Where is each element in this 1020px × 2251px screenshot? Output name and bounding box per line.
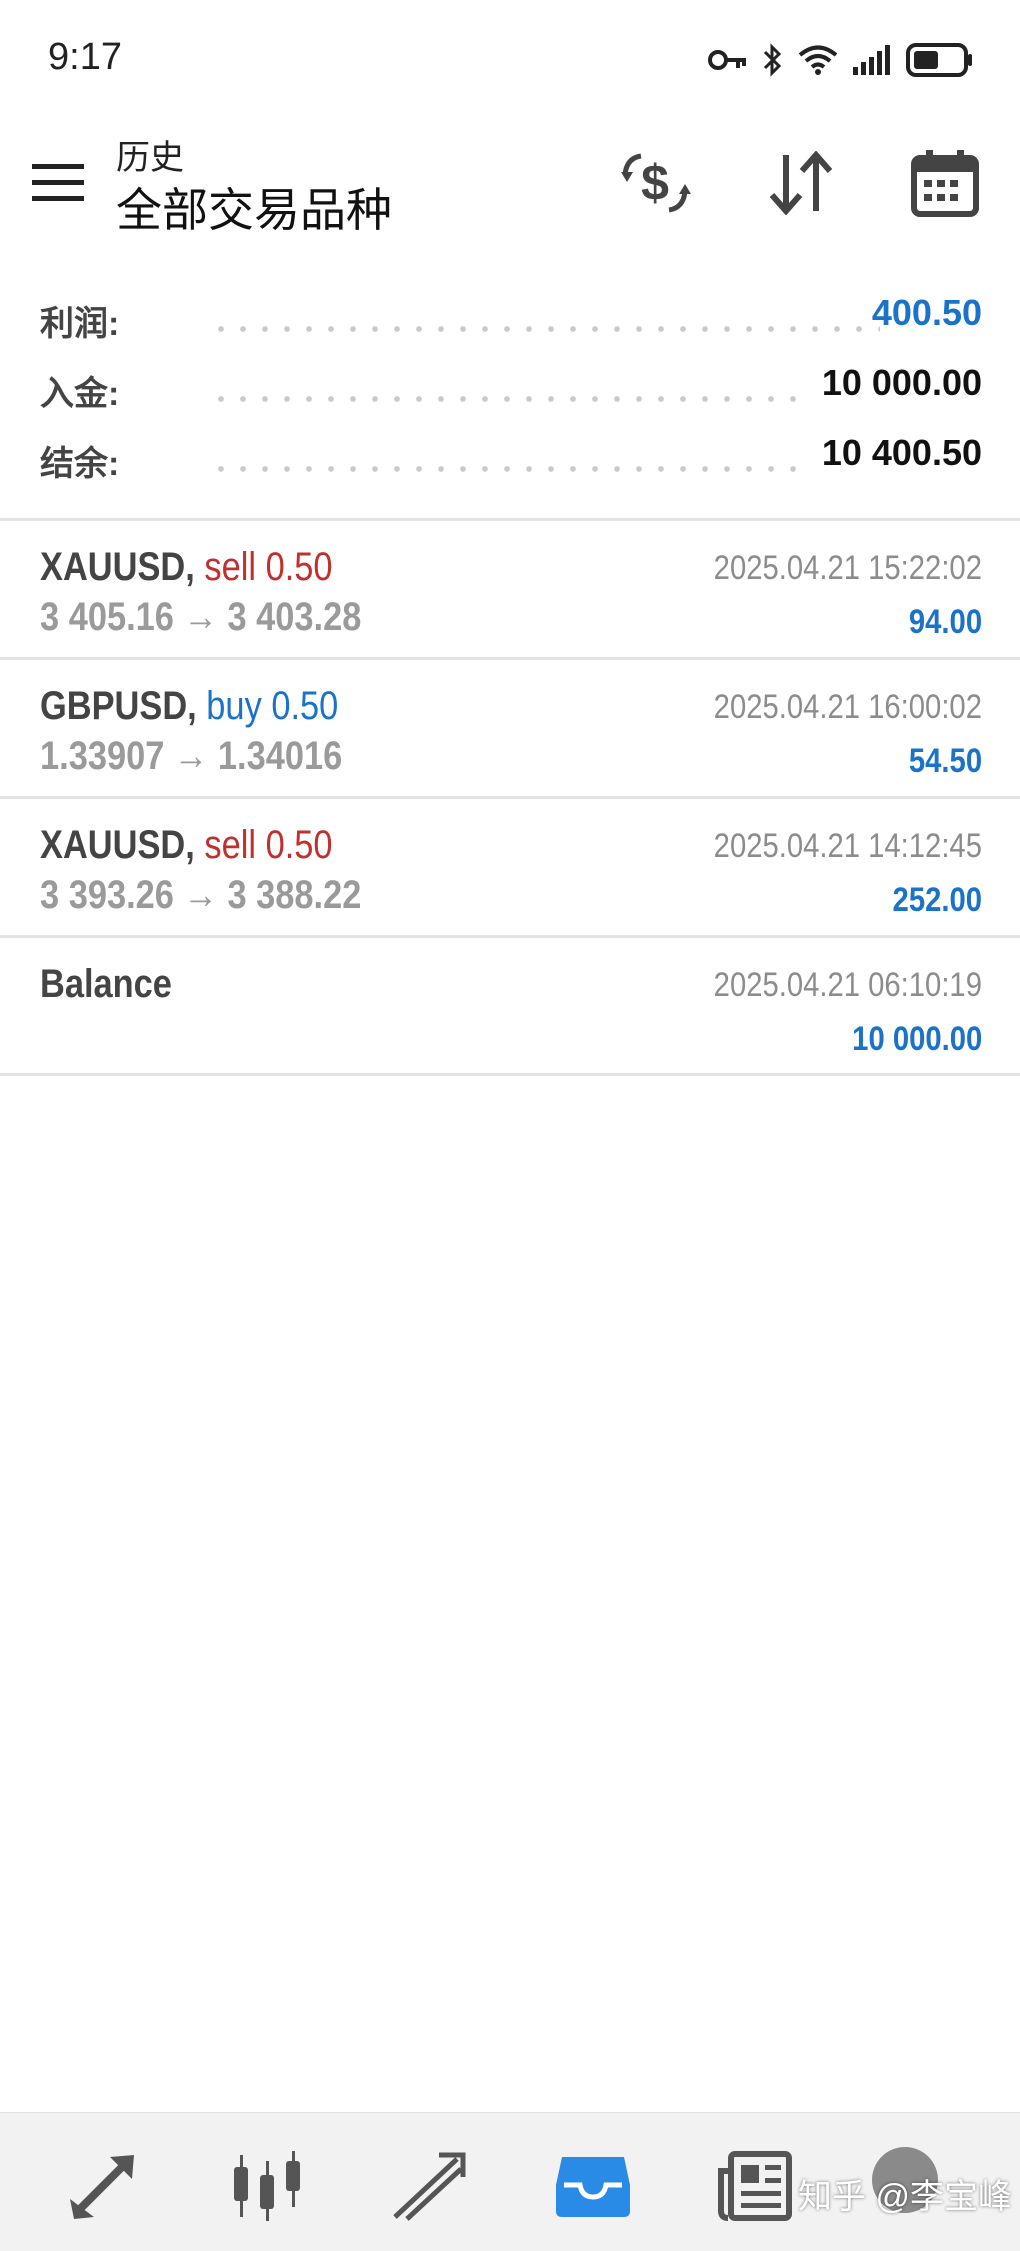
- signal-icon: [853, 45, 890, 75]
- deal-row[interactable]: GBPUSD, buy 0.50 1.33907 → 1.34016 2025.…: [0, 660, 1020, 796]
- deposit-value: 10 000.00: [821, 362, 982, 403]
- deal-time: 2025.04.21 06:10:19: [713, 966, 982, 1004]
- deal-row[interactable]: XAUUSD, sell 0.50 3 405.16 → 3 403.28 20…: [0, 521, 1020, 657]
- deal-title: Balance: [40, 962, 172, 1006]
- deal-symbol: XAUUSD,: [40, 545, 195, 589]
- profit-value: 400.50: [871, 292, 982, 333]
- profit-label: 利润:: [40, 305, 120, 343]
- close-price: 1.34016: [217, 734, 343, 778]
- page-subtitle: 历史: [116, 139, 184, 177]
- nav-quotes[interactable]: [58, 2141, 148, 2231]
- nav-news[interactable]: [710, 2141, 800, 2231]
- battery-icon: [906, 43, 972, 77]
- close-price: 3 388.22: [227, 873, 362, 917]
- calendar-button[interactable]: [900, 138, 990, 228]
- deal-prices: 3 393.26 → 3 388.22: [40, 873, 361, 918]
- balance-label: 结余:: [40, 445, 120, 483]
- deal-side: buy 0.50: [206, 684, 339, 728]
- app-bar: 历史 全部交易品种 $: [0, 110, 1020, 260]
- arrow-right-icon: →: [183, 595, 218, 639]
- deal-symbol: XAUUSD,: [40, 823, 195, 867]
- deposit-row: 入金: 10 000.00: [40, 356, 982, 416]
- news-icon: [718, 2151, 792, 2221]
- deal-side: sell 0.50: [204, 823, 333, 867]
- currency-exchange-button[interactable]: $: [610, 138, 700, 228]
- deal-profit: 94.00: [908, 603, 982, 641]
- deal-title: XAUUSD, sell 0.50: [40, 823, 333, 868]
- bluetooth-icon: [763, 43, 782, 77]
- nav-trade[interactable]: [384, 2141, 474, 2231]
- close-price: 3 403.28: [227, 595, 362, 639]
- quotes-icon: [70, 2155, 134, 2219]
- symbol-filter-title[interactable]: 全部交易品种: [116, 174, 392, 240]
- dotted-leader: [210, 466, 810, 472]
- sort-button[interactable]: [756, 138, 846, 228]
- svg-text:$: $: [641, 155, 669, 211]
- deposit-label: 入金:: [40, 375, 120, 413]
- status-bar: 9:17: [0, 0, 1020, 110]
- sort-icon: [769, 151, 833, 215]
- calendar-icon: [911, 150, 979, 217]
- deal-prices: 1.33907 → 1.34016: [40, 734, 342, 779]
- hamburger-icon: [32, 164, 84, 201]
- chart-icon: [234, 2151, 300, 2221]
- watermark: 知乎 @李宝峰: [798, 2178, 1012, 2216]
- deal-row[interactable]: XAUUSD, sell 0.50 3 393.26 → 3 388.22 20…: [0, 799, 1020, 935]
- status-icons: [708, 38, 974, 82]
- wifi-icon: [798, 45, 838, 75]
- balance-deal-row[interactable]: Balance 2025.04.21 06:10:19 10 000.00: [0, 938, 1020, 1074]
- deal-time: 2025.04.21 16:00:02: [713, 688, 982, 726]
- deal-title: GBPUSD, buy 0.50: [40, 684, 338, 729]
- divider: [0, 1073, 1020, 1076]
- balance-row: 结余: 10 400.50: [40, 426, 982, 486]
- deal-profit: 54.50: [908, 742, 982, 780]
- deal-title: XAUUSD, sell 0.50: [40, 545, 333, 590]
- trade-icon: [393, 2152, 466, 2221]
- history-icon: [556, 2157, 630, 2217]
- open-price: 3 405.16: [40, 595, 174, 639]
- open-price: 3 393.26: [40, 873, 174, 917]
- menu-button[interactable]: [30, 160, 86, 206]
- deal-profit: 10 000.00: [851, 1020, 982, 1058]
- open-price: 1.33907: [40, 734, 165, 778]
- deal-time: 2025.04.21 15:22:02: [713, 549, 982, 587]
- arrow-right-icon: →: [183, 873, 218, 917]
- dotted-leader: [210, 326, 880, 332]
- deal-prices: 3 405.16 → 3 403.28: [40, 595, 361, 640]
- deal-side: sell 0.50: [204, 545, 333, 589]
- nav-history[interactable]: [548, 2141, 638, 2231]
- arrow-right-icon: →: [173, 734, 209, 778]
- deal-profit: 252.00: [892, 881, 982, 919]
- currency-exchange-icon: $: [621, 153, 691, 213]
- deal-symbol: GBPUSD,: [40, 684, 197, 728]
- deal-time: 2025.04.21 14:12:45: [713, 827, 982, 865]
- status-time: 9:17: [48, 36, 122, 78]
- nav-chart[interactable]: [222, 2141, 312, 2231]
- dotted-leader: [210, 396, 810, 402]
- bottom-navigation: 知乎 @李宝峰: [0, 2112, 1020, 2251]
- balance-value: 10 400.50: [821, 432, 982, 473]
- profit-row: 利润: 400.50: [40, 286, 982, 346]
- key-icon: [708, 50, 746, 70]
